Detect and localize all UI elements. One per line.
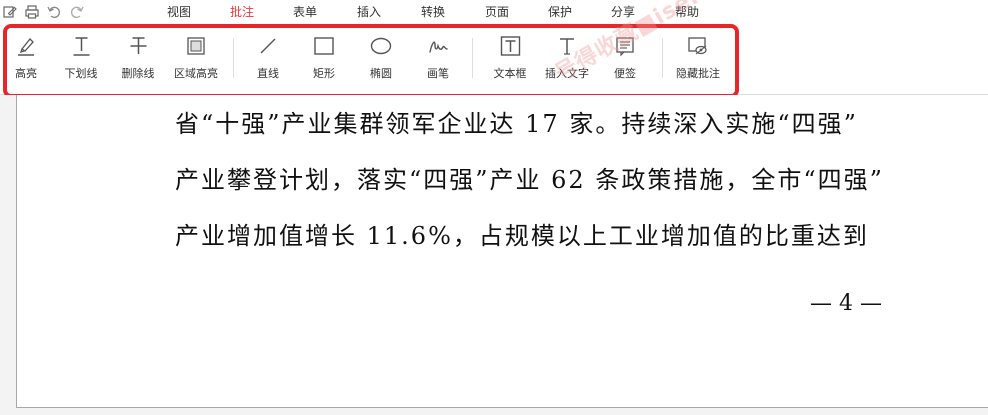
redo-icon[interactable] <box>68 3 86 21</box>
highlight-label: 高亮 <box>15 67 37 80</box>
menu-protect[interactable]: 保护 <box>548 4 572 20</box>
insert-text-button[interactable]: 插入文字 <box>545 34 589 81</box>
strikethrough-icon <box>126 34 150 58</box>
annotation-toolbar: 高亮 下划线 删除线 区域高亮 直线 矩形 椭圆 画笔 文本框 插入文字 便签 … <box>0 26 988 95</box>
toolbar-separator <box>472 38 473 78</box>
sticky-note-button[interactable]: 便签 <box>613 34 637 81</box>
menu-share[interactable]: 分享 <box>611 4 635 20</box>
toolbar-separator <box>662 38 663 78</box>
pen-icon <box>426 34 450 58</box>
undo-icon[interactable] <box>45 3 63 21</box>
menu-page[interactable]: 页面 <box>485 4 509 20</box>
hide-annotations-button[interactable]: 隐藏批注 <box>676 34 720 81</box>
document-line: 省“十强”产业集群领军企业达 17 家。持续深入实施“四强” <box>175 110 858 138</box>
underline-button[interactable]: 下划线 <box>65 34 98 81</box>
menu-annotate[interactable]: 批注 <box>230 4 254 20</box>
area-highlight-button[interactable]: 区域高亮 <box>174 34 218 81</box>
sticky-note-icon <box>613 34 637 58</box>
highlighter-icon <box>14 34 38 58</box>
ellipse-icon <box>369 34 393 58</box>
menu-convert[interactable]: 转换 <box>421 4 445 20</box>
ellipse-label: 椭圆 <box>370 67 392 80</box>
textbox-icon <box>498 34 522 58</box>
highlight-button[interactable]: 高亮 <box>14 34 38 81</box>
document-line: 产业攀登计划，落实“四强”产业 62 条政策措施，全市“四强” <box>175 166 884 194</box>
rectangle-label: 矩形 <box>313 67 335 80</box>
ellipse-button[interactable]: 椭圆 <box>369 34 393 81</box>
toolbar-separator <box>233 38 234 78</box>
strikethrough-label: 删除线 <box>121 67 155 80</box>
hide-annotations-icon <box>686 34 710 58</box>
hide-annotations-label: 隐藏批注 <box>676 67 720 80</box>
page-number: — 4 — <box>810 291 882 316</box>
edit-icon[interactable] <box>1 3 19 21</box>
line-button[interactable]: 直线 <box>256 34 280 81</box>
textbox-label: 文本框 <box>493 67 527 80</box>
strikethrough-button[interactable]: 删除线 <box>122 34 155 81</box>
insert-text-icon <box>555 34 579 58</box>
menu-help[interactable]: 帮助 <box>675 4 699 20</box>
menu-form[interactable]: 表单 <box>293 4 317 20</box>
document-page: 省“十强”产业集群领军企业达 17 家。持续深入实施“四强” 产业攀登计划，落实… <box>16 95 988 408</box>
rectangle-button[interactable]: 矩形 <box>312 34 336 81</box>
rectangle-icon <box>312 34 336 58</box>
area-highlight-label: 区域高亮 <box>174 67 218 80</box>
sticky-note-label: 便签 <box>614 67 636 80</box>
area-highlight-icon <box>184 34 208 58</box>
line-icon <box>256 34 280 58</box>
insert-text-label: 插入文字 <box>545 67 589 80</box>
textbox-button[interactable]: 文本框 <box>494 34 527 81</box>
print-icon[interactable] <box>23 3 41 21</box>
menu-bar: 视图 批注 表单 插入 转换 页面 保护 分享 帮助 <box>0 0 988 26</box>
menu-insert[interactable]: 插入 <box>357 4 381 20</box>
line-label: 直线 <box>257 67 279 80</box>
pen-label: 画笔 <box>427 67 449 80</box>
menu-view[interactable]: 视图 <box>167 4 191 20</box>
underline-label: 下划线 <box>64 67 98 80</box>
underline-icon <box>69 34 93 58</box>
document-area: 省“十强”产业集群领军企业达 17 家。持续深入实施“四强” 产业攀登计划，落实… <box>0 95 988 415</box>
pen-button[interactable]: 画笔 <box>426 34 450 81</box>
document-line: 产业增加值增长 11.6%，占规模以上工业增加值的比重达到 <box>175 222 869 250</box>
